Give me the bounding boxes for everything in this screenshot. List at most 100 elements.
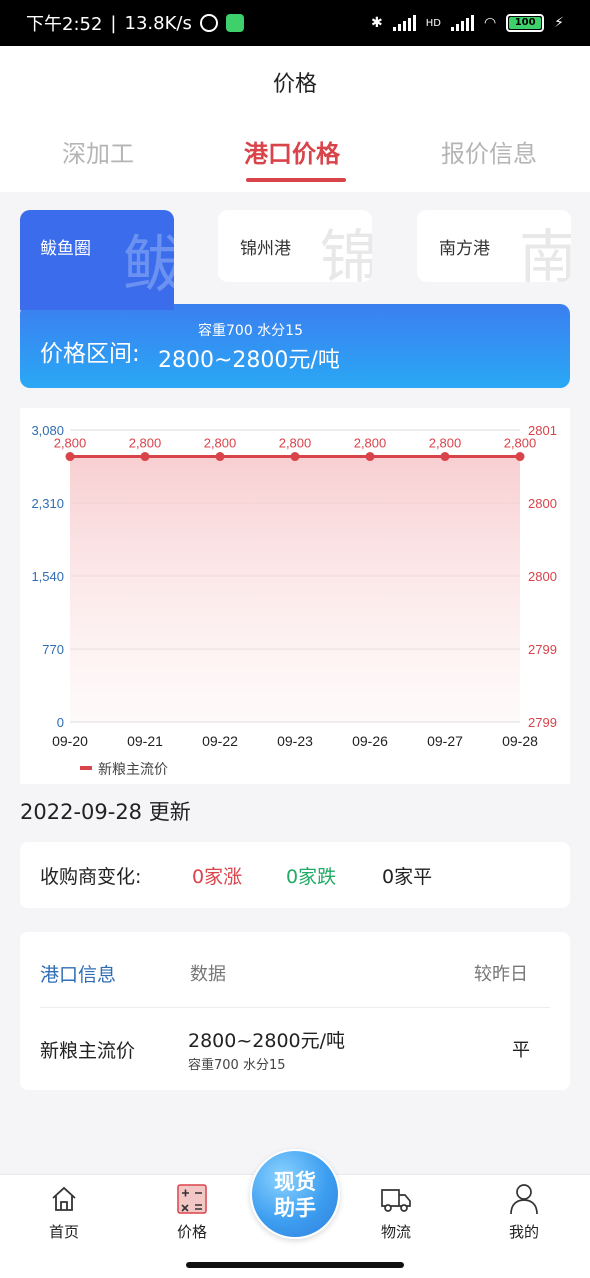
buyer-up-count: 0家涨 bbox=[192, 865, 243, 888]
port-tab-jinzhou[interactable]: 锦州港 锦 bbox=[218, 210, 372, 282]
nav-price-label: 价格 bbox=[176, 1223, 207, 1241]
tab-bar: 深加工 港口价格 报价信息 bbox=[0, 134, 590, 190]
user-icon bbox=[506, 1181, 542, 1217]
gesture-bar bbox=[186, 1262, 404, 1268]
update-date: 2022-09-28 更新 bbox=[20, 800, 191, 824]
y-right-tick-label: 2800 bbox=[528, 569, 557, 584]
truck-icon bbox=[378, 1181, 414, 1217]
signal-icon-2 bbox=[450, 15, 474, 31]
tab-quote-info[interactable]: 报价信息 bbox=[441, 134, 537, 169]
y-left-tick-label: 2,310 bbox=[31, 496, 64, 511]
active-tab-indicator bbox=[246, 178, 346, 182]
data-point bbox=[215, 452, 225, 462]
buyer-flat-count: 0家平 bbox=[382, 865, 433, 888]
home-icon bbox=[46, 1181, 82, 1217]
port-tab-watermark: 南 bbox=[519, 223, 571, 282]
page-title: 价格 bbox=[272, 72, 317, 97]
data-point bbox=[290, 452, 300, 462]
header-vs-yesterday: 较昨日 bbox=[474, 964, 528, 985]
nav-home-label: 首页 bbox=[48, 1223, 79, 1241]
battery-icon: 100 bbox=[506, 14, 545, 32]
row-change: 平 bbox=[512, 1040, 530, 1061]
y-left-tick-label: 1,540 bbox=[31, 569, 64, 584]
port-tab-south[interactable]: 南方港 南 bbox=[417, 210, 571, 282]
port-tab-label: 南方港 bbox=[439, 239, 490, 259]
data-point bbox=[440, 452, 450, 462]
row-price: 2800~2800元/吨 bbox=[188, 1030, 346, 1052]
calculator-icon bbox=[174, 1181, 210, 1217]
hd-label: HD bbox=[425, 17, 441, 29]
status-time: 下午2:52 bbox=[26, 14, 103, 35]
y-left-tick-label: 0 bbox=[57, 715, 64, 730]
data-label: 2,800 bbox=[279, 436, 312, 451]
table-header: 港口信息 数据 较昨日 bbox=[40, 932, 550, 1008]
data-label: 2,800 bbox=[429, 436, 462, 451]
port-tab-bayuquan[interactable]: 鲅鱼圈 鲅 bbox=[20, 210, 174, 310]
buyer-down-count: 0家跌 bbox=[286, 865, 337, 888]
buyer-change-label: 收购商变化: bbox=[40, 865, 142, 888]
port-tab-label: 鲅鱼圈 bbox=[40, 239, 91, 259]
port-price-card: 鲅鱼圈 鲅 锦州港 锦 南方港 南 价格区间: 容重700 水分15 2800~… bbox=[20, 210, 571, 388]
data-label: 2,800 bbox=[54, 436, 87, 451]
price-spec: 容重700 水分15 bbox=[198, 323, 303, 339]
row-name: 新粮主流价 bbox=[40, 1040, 136, 1062]
x-tick-label: 09-26 bbox=[352, 733, 388, 749]
status-bar: 下午2:52 | 13.8K/s ✱ HD ◠ 100 ⚡ bbox=[0, 0, 590, 46]
charging-icon: ⚡ bbox=[554, 15, 564, 31]
nav-mine[interactable]: 我的 bbox=[484, 1181, 564, 1242]
status-net-speed: 13.8K/s bbox=[124, 12, 192, 34]
data-label: 2,800 bbox=[129, 436, 162, 451]
nav-home[interactable]: 首页 bbox=[24, 1181, 104, 1242]
wifi-icon: ◠ bbox=[483, 15, 497, 31]
tab-deep-processing[interactable]: 深加工 bbox=[62, 134, 134, 169]
x-tick-label: 09-21 bbox=[127, 733, 163, 749]
y-right-tick-label: 2799 bbox=[528, 642, 557, 657]
nav-logistics[interactable]: 物流 bbox=[356, 1181, 436, 1242]
data-label: 2,800 bbox=[504, 436, 537, 451]
legend-swatch bbox=[80, 766, 92, 770]
price-chart: 3,080 2801 2,310 2800 1,540 2800 770 2799 0 2799 2… bbox=[20, 408, 570, 784]
bluetooth-icon: ✱ bbox=[370, 15, 383, 31]
port-info-table: 港口信息 数据 较昨日 新粮主流价 2800~2800元/吨 容重700 水分1… bbox=[20, 932, 570, 1090]
signal-icon bbox=[392, 15, 416, 31]
header: 价格 深加工 港口价格 报价信息 bbox=[0, 46, 590, 192]
tab-port-price-label: 港口价格 bbox=[244, 140, 340, 168]
y-right-tick-label: 2800 bbox=[528, 496, 557, 511]
nav-price[interactable]: 价格 bbox=[152, 1181, 232, 1242]
buyer-change-card: 收购商变化: 0家涨 0家跌 0家平 bbox=[20, 842, 570, 908]
data-label: 2,800 bbox=[204, 436, 237, 451]
price-line-chart: 3,080 28012,310 28001,540 2800770 27990 27992… bbox=[31, 423, 557, 777]
x-tick-label: 09-20 bbox=[52, 733, 88, 749]
port-tab-watermark: 锦 bbox=[320, 223, 372, 282]
data-point bbox=[65, 452, 75, 462]
fab-line-1: 现货 bbox=[274, 1170, 316, 1194]
table-row[interactable]: 新粮主流价 2800~2800元/吨 容重700 水分15 平 bbox=[40, 1008, 550, 1084]
x-tick-label: 09-27 bbox=[427, 733, 463, 749]
series-area bbox=[70, 456, 520, 722]
battery-level: 100 bbox=[509, 17, 542, 29]
port-tab-label: 锦州港 bbox=[240, 239, 291, 259]
data-point bbox=[140, 452, 150, 462]
data-label: 2,800 bbox=[354, 436, 387, 451]
x-tick-label: 09-22 bbox=[202, 733, 238, 749]
fab-line-2: 助手 bbox=[274, 1196, 316, 1220]
y-right-tick-label: 2799 bbox=[528, 715, 557, 730]
spot-assistant-button[interactable]: 现货 助手 bbox=[250, 1149, 340, 1239]
price-range-value: 2800~2800元/吨 bbox=[158, 348, 340, 373]
header-port-info: 港口信息 bbox=[40, 964, 117, 986]
y-left-tick-label: 770 bbox=[42, 642, 64, 657]
nav-logistics-label: 物流 bbox=[380, 1223, 411, 1241]
tab-port-price[interactable]: 港口价格 bbox=[244, 134, 346, 182]
legend-label: 新粮主流价 bbox=[98, 761, 168, 777]
x-tick-label: 09-23 bbox=[277, 733, 313, 749]
port-tab-watermark: 鲅 bbox=[122, 228, 174, 301]
x-tick-label: 09-28 bbox=[502, 733, 538, 749]
price-range-label: 价格区间: bbox=[40, 341, 140, 367]
row-spec: 容重700 水分15 bbox=[188, 1058, 286, 1073]
alarm-icon bbox=[199, 14, 218, 32]
header-data: 数据 bbox=[190, 964, 226, 985]
wechat-notification-icon bbox=[225, 14, 244, 32]
data-point bbox=[515, 452, 525, 462]
data-point bbox=[365, 452, 375, 462]
nav-mine-label: 我的 bbox=[508, 1223, 539, 1241]
